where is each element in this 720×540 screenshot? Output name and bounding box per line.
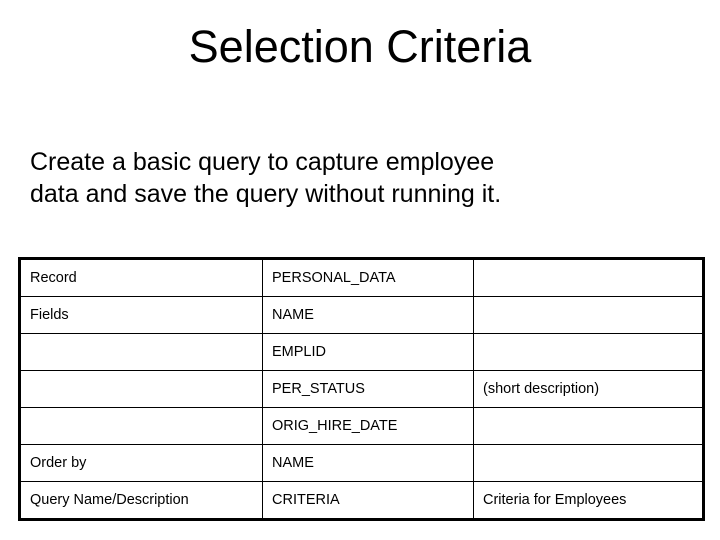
cell-value: CRITERIA xyxy=(262,481,474,520)
slide-canvas: Selection Criteria Create a basic query … xyxy=(0,0,720,540)
cell-note xyxy=(473,258,704,297)
body-line-1: Create a basic query to capture employee xyxy=(30,148,495,176)
cell-value: EMPLID xyxy=(262,333,474,371)
cell-value: NAME xyxy=(262,296,474,334)
cell-note xyxy=(473,444,704,482)
table-row: PER_STATUS (short description) xyxy=(19,370,704,408)
cell-note: (short description) xyxy=(473,370,704,408)
table-row: Order by NAME xyxy=(19,444,704,482)
table-row: Fields NAME xyxy=(19,296,704,334)
cell-note xyxy=(473,333,704,371)
cell-label: Record xyxy=(19,258,263,297)
criteria-table: Record PERSONAL_DATA Fields NAME EMPLID … xyxy=(18,257,705,521)
page-title: Selection Criteria xyxy=(188,21,532,72)
slide-body-text: Create a basic query to capture employee… xyxy=(30,146,670,210)
table-row: ORIG_HIRE_DATE xyxy=(19,407,704,445)
cell-note xyxy=(473,296,704,334)
cell-value: ORIG_HIRE_DATE xyxy=(262,407,474,445)
criteria-table-container: Record PERSONAL_DATA Fields NAME EMPLID … xyxy=(18,257,705,521)
cell-label: Query Name/Description xyxy=(19,481,263,520)
cell-note: Criteria for Employees xyxy=(473,481,704,520)
cell-value: PERSONAL_DATA xyxy=(262,258,474,297)
cell-value: NAME xyxy=(262,444,474,482)
cell-label: Fields xyxy=(19,296,263,334)
cell-note xyxy=(473,407,704,445)
cell-label xyxy=(19,370,263,408)
cell-label xyxy=(19,333,263,371)
cell-label: Order by xyxy=(19,444,263,482)
table-row: Query Name/Description CRITERIA Criteria… xyxy=(19,481,704,520)
table-row: EMPLID xyxy=(19,333,704,371)
cell-label xyxy=(19,407,263,445)
cell-value: PER_STATUS xyxy=(262,370,474,408)
table-row: Record PERSONAL_DATA xyxy=(19,258,704,297)
body-line-2: data and save the query without running … xyxy=(30,180,502,208)
